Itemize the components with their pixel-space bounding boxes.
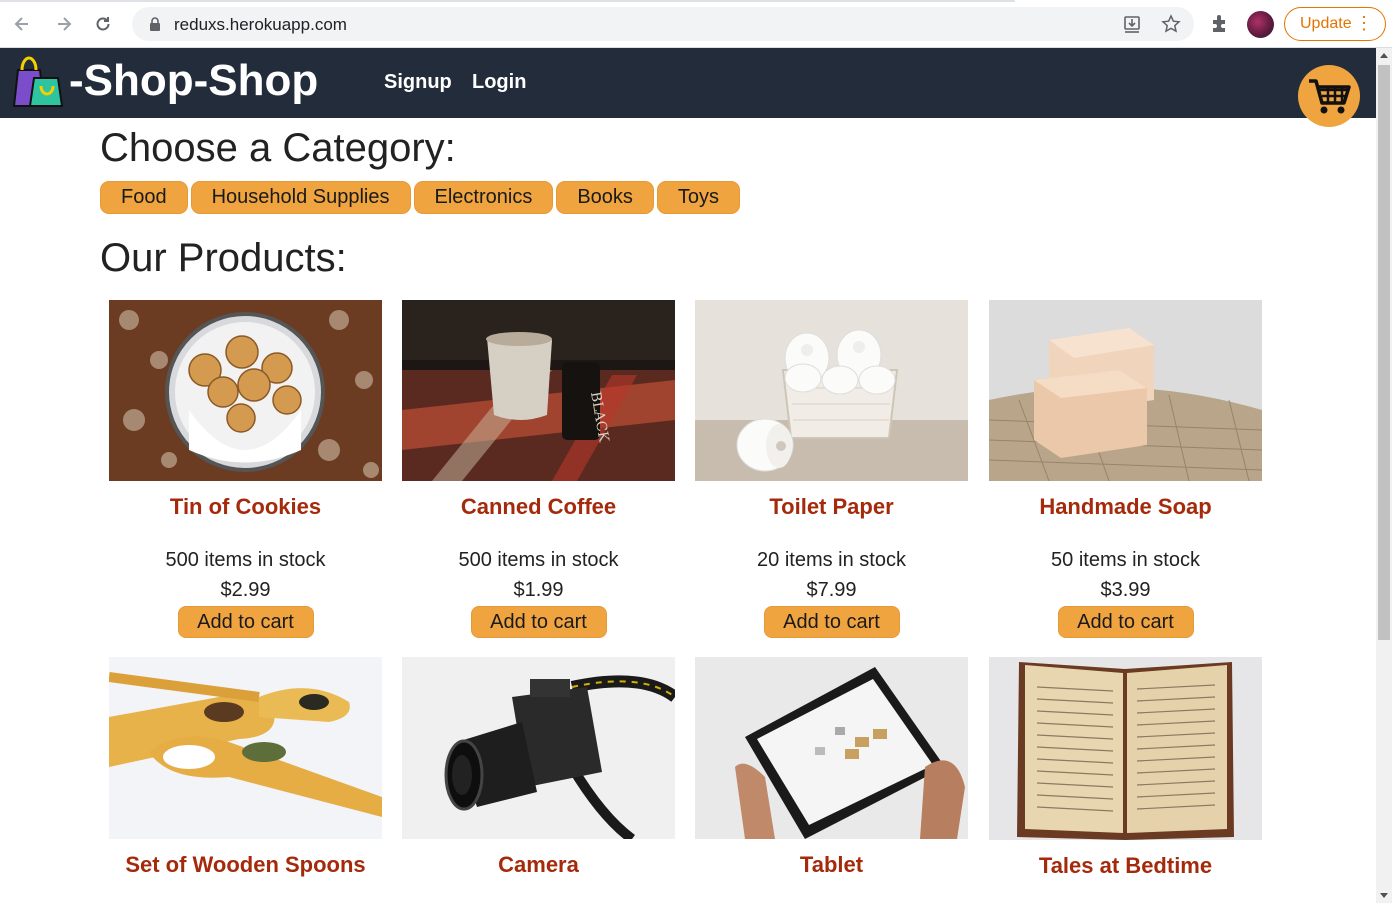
browser-toolbar: reduxs.herokuapp.com Update ⋮ (0, 0, 1392, 48)
app-header: -Shop-Shop Signup Login (0, 48, 1376, 118)
product-card: Tablet (695, 657, 968, 878)
product-card: Camera (402, 657, 675, 878)
category-heading: Choose a Category: (100, 126, 456, 170)
product-name[interactable]: Tin of Cookies (109, 494, 382, 520)
add-to-cart-button[interactable]: Add to cart (470, 606, 607, 638)
reload-icon (96, 17, 110, 31)
back-button[interactable] (10, 12, 34, 36)
shopping-cart-icon (1309, 79, 1351, 114)
tales-at-bedtime-image[interactable] (989, 657, 1262, 840)
product-price: $3.99 (1100, 579, 1151, 601)
toilet-paper-image[interactable] (695, 300, 968, 481)
forward-arrow-icon (58, 17, 72, 31)
product-card: Handmade Soap 50 items in stock $3.99 Ad… (989, 300, 1262, 638)
product-price: $2.99 (220, 579, 271, 601)
bookmark-star-icon[interactable] (1161, 14, 1181, 34)
product-stock: 50 items in stock (1051, 549, 1200, 571)
scroll-down-arrow-icon[interactable] (1380, 893, 1388, 898)
product-card: Tales at Bedtime (989, 657, 1262, 879)
product-name[interactable]: Set of Wooden Spoons (109, 852, 382, 878)
back-arrow-icon (14, 17, 28, 31)
cart-button[interactable] (1298, 65, 1360, 127)
lock-icon (150, 17, 160, 31)
scroll-thumb[interactable] (1378, 65, 1390, 640)
tin-of-cookies-image[interactable] (109, 300, 382, 481)
category-list: Food Household Supplies Electronics Book… (100, 181, 741, 214)
category-food-button[interactable]: Food (100, 181, 188, 214)
forward-button[interactable] (52, 12, 76, 36)
wooden-spoons-image[interactable] (109, 657, 382, 839)
product-price: $7.99 (806, 579, 857, 601)
products-heading: Our Products: (100, 236, 347, 280)
product-stock: 500 items in stock (165, 549, 326, 571)
category-books-button[interactable]: Books (556, 181, 654, 214)
scroll-up-arrow-icon[interactable] (1380, 53, 1388, 58)
product-card: BLACK Canned Coffee 500 items in stock $… (402, 300, 675, 638)
page-scrollbar[interactable] (1376, 48, 1392, 903)
address-bar[interactable]: reduxs.herokuapp.com (132, 7, 1194, 41)
add-to-cart-button[interactable]: Add to cart (763, 606, 900, 638)
shopping-bag-icon (12, 56, 64, 108)
update-label: Update (1300, 15, 1352, 32)
product-card: Toilet Paper 20 items in stock $7.99 Add… (695, 300, 968, 638)
product-name[interactable]: Toilet Paper (695, 494, 968, 520)
product-price: $1.99 (513, 579, 564, 601)
category-household-supplies-button[interactable]: Household Supplies (190, 181, 411, 214)
update-button[interactable]: Update ⋮ (1284, 7, 1386, 41)
add-to-cart-button[interactable]: Add to cart (1057, 606, 1194, 638)
tablet-image[interactable] (695, 657, 968, 839)
product-name[interactable]: Tales at Bedtime (989, 853, 1262, 879)
product-name[interactable]: Camera (402, 852, 675, 878)
tab-strip (0, 0, 1015, 2)
login-link[interactable]: Login (472, 71, 526, 94)
product-card: Set of Wooden Spoons (109, 657, 382, 878)
url-text: reduxs.herokuapp.com (174, 15, 347, 34)
extensions-icon[interactable] (1209, 12, 1231, 34)
camera-image[interactable] (402, 657, 675, 839)
brand-title[interactable]: -Shop-Shop (69, 56, 318, 106)
install-app-icon[interactable] (1122, 14, 1142, 34)
reload-button[interactable] (91, 12, 115, 36)
product-name[interactable]: Canned Coffee (402, 494, 675, 520)
canned-coffee-image[interactable]: BLACK (402, 300, 675, 481)
product-name[interactable]: Tablet (695, 852, 968, 878)
product-card: Tin of Cookies 500 items in stock $2.99 … (109, 300, 382, 638)
product-stock: 20 items in stock (757, 549, 906, 571)
signup-link[interactable]: Signup (384, 71, 452, 94)
add-to-cart-button[interactable]: Add to cart (177, 606, 314, 638)
product-name[interactable]: Handmade Soap (989, 494, 1262, 520)
handmade-soap-image[interactable] (989, 300, 1262, 481)
category-electronics-button[interactable]: Electronics (413, 181, 554, 214)
profile-avatar[interactable] (1247, 11, 1274, 38)
more-menu-icon[interactable]: ⋮ (1355, 14, 1373, 32)
category-toys-button[interactable]: Toys (656, 181, 741, 214)
product-stock: 500 items in stock (458, 549, 619, 571)
